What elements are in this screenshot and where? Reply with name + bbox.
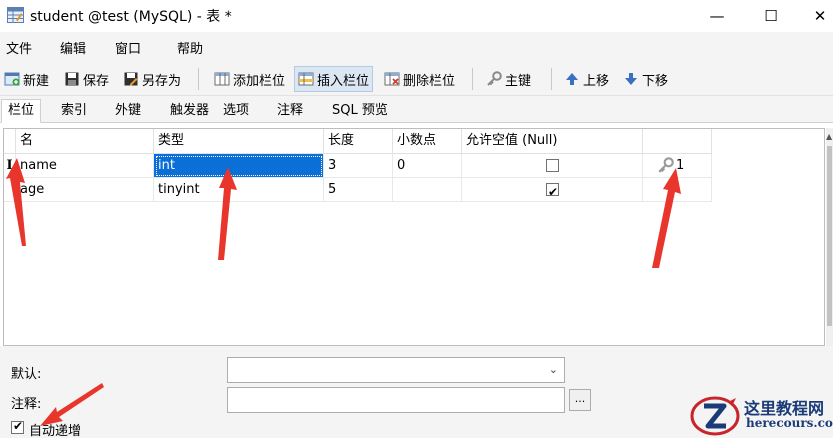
- save-button[interactable]: 保存: [61, 66, 112, 92]
- field-decimals-cell[interactable]: 0: [393, 154, 462, 178]
- field-type-cell[interactable]: tinyint: [154, 178, 324, 202]
- toolbar-separator: [198, 68, 199, 90]
- nullable-checkbox[interactable]: [546, 159, 559, 172]
- new-table-icon: [4, 72, 20, 86]
- field-name-cell[interactable]: age: [16, 178, 154, 202]
- window-title: student @test (MySQL) - 表 *: [30, 9, 232, 25]
- tab-bar: 栏位 索引 外键 触发器 选项 注释 SQL 预览: [0, 96, 833, 123]
- tab-fields[interactable]: 栏位: [1, 99, 42, 123]
- fields-grid: 名 类型 长度 小数点 允许空值 (Null) I name int 3 0 1…: [3, 128, 825, 346]
- save-as-label: 另存为: [142, 73, 182, 89]
- move-down-button[interactable]: 下移: [620, 66, 671, 92]
- move-up-label: 上移: [583, 73, 610, 89]
- scrollbar-thumb[interactable]: [827, 146, 832, 326]
- field-decimals-cell[interactable]: [393, 178, 462, 202]
- comment-edit-button[interactable]: ...: [569, 389, 591, 411]
- field-length-cell[interactable]: 5: [324, 178, 393, 202]
- tab-comment[interactable]: 注释: [270, 99, 310, 123]
- watermark-z-icon: [690, 396, 740, 436]
- move-down-label: 下移: [642, 73, 669, 89]
- nullable-checkbox[interactable]: ✔: [546, 183, 559, 199]
- add-column-button[interactable]: 添加栏位: [211, 66, 288, 92]
- row-marker[interactable]: [4, 178, 16, 202]
- column-header-decimals[interactable]: 小数点: [393, 129, 462, 154]
- new-button[interactable]: 新建: [1, 66, 52, 92]
- scroll-up-icon[interactable]: ▲: [826, 132, 832, 141]
- primary-key-label: 主键: [505, 73, 532, 89]
- primary-key-button[interactable]: 主键: [483, 66, 534, 92]
- field-length-cell[interactable]: 3: [324, 154, 393, 178]
- comment-label: 注释:: [11, 397, 42, 412]
- delete-column-label: 删除栏位: [403, 73, 456, 89]
- column-header-length[interactable]: 长度: [324, 129, 393, 154]
- minimize-button[interactable]: —: [694, 0, 740, 32]
- auto-increment-label: 自动递增: [29, 424, 82, 438]
- chevron-down-icon: ⌄: [548, 363, 558, 376]
- toolbar-separator: [472, 68, 473, 90]
- field-type-cell[interactable]: int: [154, 154, 324, 178]
- add-column-label: 添加栏位: [233, 73, 286, 89]
- field-key-cell[interactable]: 1: [643, 154, 712, 178]
- menu-edit[interactable]: 编辑: [60, 38, 86, 57]
- tab-indexes[interactable]: 索引: [54, 99, 94, 123]
- menu-file[interactable]: 文件: [6, 38, 32, 57]
- arrow-down-icon: [625, 73, 637, 85]
- maximize-button[interactable]: ☐: [748, 0, 794, 32]
- close-icon: ✕: [813, 7, 827, 25]
- tab-options[interactable]: 选项: [216, 99, 256, 123]
- key-icon: [487, 71, 502, 86]
- field-nullable-cell[interactable]: [462, 154, 643, 178]
- menu-help[interactable]: 帮助: [177, 38, 203, 57]
- field-name-cell[interactable]: name: [16, 154, 154, 178]
- tab-foreign-keys[interactable]: 外键: [108, 99, 148, 123]
- move-up-button[interactable]: 上移: [561, 66, 612, 92]
- checkmark-icon: ✔: [548, 185, 559, 199]
- insert-column-icon: [298, 72, 314, 86]
- field-nullable-cell[interactable]: ✔: [462, 178, 643, 202]
- comment-input[interactable]: [227, 387, 565, 413]
- delete-column-button[interactable]: 删除栏位: [381, 66, 458, 92]
- arrow-up-icon: [566, 73, 578, 85]
- maximize-icon: ☐: [764, 7, 778, 25]
- close-button[interactable]: ✕: [797, 0, 833, 32]
- insert-column-button[interactable]: 插入栏位: [294, 66, 374, 92]
- key-order: 1: [676, 158, 685, 173]
- insert-column-label: 插入栏位: [317, 73, 370, 89]
- column-header-name[interactable]: 名: [16, 129, 154, 154]
- table-app-icon: [7, 7, 24, 23]
- checkmark-icon: ✔: [13, 419, 24, 433]
- primary-key-icon: [658, 157, 674, 173]
- grid-scrollbar[interactable]: ▲: [826, 128, 833, 346]
- menu-bar: 文件 编辑 窗口 帮助: [0, 32, 833, 62]
- field-key-cell[interactable]: [643, 178, 712, 202]
- save-label: 保存: [83, 73, 110, 89]
- delete-column-icon: [384, 72, 400, 86]
- minimize-icon: —: [709, 7, 725, 25]
- save-as-icon: [124, 72, 138, 86]
- default-value-dropdown[interactable]: ⌄: [227, 357, 565, 383]
- column-header-nullable[interactable]: 允许空值 (Null): [462, 129, 643, 154]
- toolbar: 新建 保存 另存为 添加栏位 插入栏位 删除栏位 主键 上移 下移: [0, 62, 833, 96]
- new-label: 新建: [23, 73, 50, 89]
- tab-triggers[interactable]: 触发器: [163, 99, 216, 123]
- row-marker[interactable]: I: [4, 154, 16, 178]
- title-bar: student @test (MySQL) - 表 * — ☐ ✕: [0, 0, 833, 32]
- save-icon: [65, 72, 79, 86]
- default-label: 默认:: [11, 367, 42, 382]
- watermark-url: herecours.com: [746, 416, 833, 430]
- column-header-key[interactable]: [643, 129, 712, 154]
- toolbar-separator: [551, 68, 552, 90]
- row-marker-header: [4, 129, 16, 154]
- add-column-icon: [214, 72, 230, 86]
- auto-increment-check[interactable]: ✔: [11, 419, 24, 434]
- column-header-type[interactable]: 类型: [154, 129, 324, 154]
- menu-window[interactable]: 窗口: [115, 38, 141, 57]
- tab-sql-preview[interactable]: SQL 预览: [325, 99, 395, 123]
- watermark-logo: 这里教程网 herecours.com: [688, 394, 833, 438]
- save-as-button[interactable]: 另存为: [120, 66, 184, 92]
